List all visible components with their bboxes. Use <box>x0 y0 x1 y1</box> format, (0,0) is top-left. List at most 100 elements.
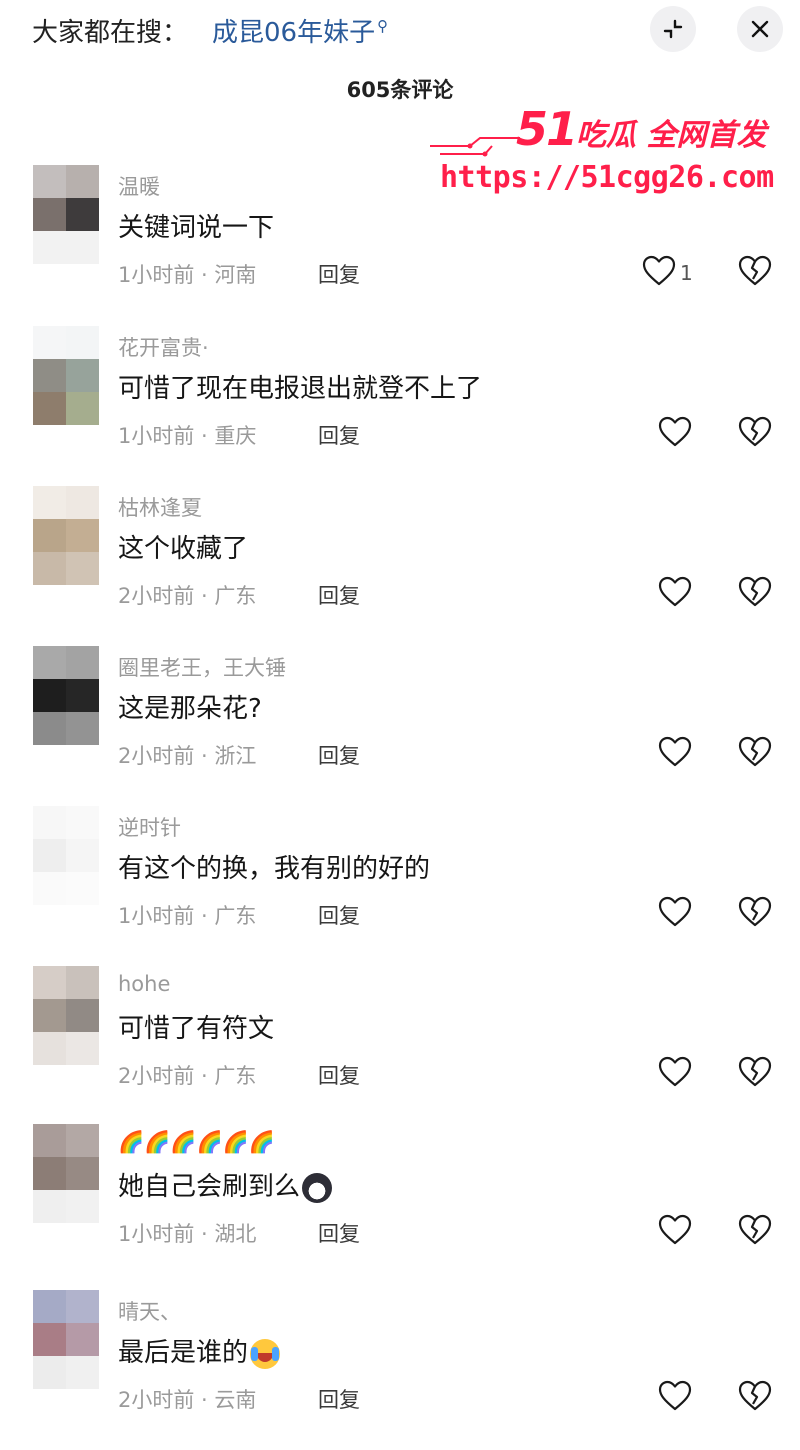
reply-button[interactable]: 回复 <box>318 740 360 770</box>
comment-item: hohe 可惜了有符文 2小时前 · 广东 回复 <box>0 966 800 1126</box>
comment-username[interactable]: hohe <box>118 972 170 996</box>
meta-separator: · <box>194 424 215 448</box>
like-count: 1 <box>680 261 693 285</box>
heart-icon <box>658 1214 692 1250</box>
comment-meta: 2小时前 · 浙江 <box>118 740 256 770</box>
broken-heart-icon <box>738 416 772 452</box>
heart-icon <box>658 736 692 772</box>
avatar[interactable] <box>33 165 99 264</box>
like-button[interactable] <box>658 576 692 612</box>
comment-text: 关键词说一下 <box>118 213 275 243</box>
dislike-button[interactable] <box>738 255 772 291</box>
watermark-brand: 51吃瓜 全网首发 <box>516 102 767 156</box>
comment-time: 2小时前 <box>118 584 195 608</box>
comment-text: 最后是谁的 <box>118 1332 281 1369</box>
comment-username[interactable]: 晴天、 <box>118 1296 181 1326</box>
collapse-button[interactable] <box>650 6 696 52</box>
broken-heart-icon <box>738 896 772 932</box>
meta-separator: · <box>194 904 215 928</box>
comment-meta: 1小时前 · 湖北 <box>118 1218 256 1248</box>
comment-time: 1小时前 <box>118 424 195 448</box>
comment-item: 圈里老王，王大锤 这是那朵花? 2小时前 · 浙江 回复 <box>0 646 800 806</box>
comment-location: 广东 <box>214 584 257 608</box>
comment-time: 2小时前 <box>118 744 195 768</box>
comment-location: 重庆 <box>214 424 257 448</box>
like-button[interactable] <box>658 1380 692 1416</box>
dislike-button[interactable] <box>738 576 772 612</box>
avatar[interactable] <box>33 966 99 1065</box>
reply-button[interactable]: 回复 <box>318 420 360 450</box>
dislike-button[interactable] <box>738 416 772 452</box>
like-button[interactable] <box>658 1056 692 1092</box>
meta-separator: · <box>194 584 215 608</box>
reply-button[interactable]: 回复 <box>318 1060 360 1090</box>
reply-button[interactable]: 回复 <box>318 1218 360 1248</box>
reply-button[interactable]: 回复 <box>318 259 360 289</box>
comment-item: 晴天、 最后是谁的 2小时前 · 云南 回复 <box>0 1290 800 1450</box>
like-button[interactable]: 1 <box>642 255 693 291</box>
comment-text: 可惜了现在电报退出就登不上了 <box>118 374 483 404</box>
reply-button[interactable]: 回复 <box>318 580 360 610</box>
dislike-button[interactable] <box>738 1380 772 1416</box>
comment-time: 2小时前 <box>118 1064 195 1088</box>
comment-meta: 1小时前 · 广东 <box>118 900 256 930</box>
close-button[interactable] <box>737 6 783 52</box>
comment-location: 河南 <box>214 263 257 287</box>
avatar[interactable] <box>33 806 99 905</box>
broken-heart-icon <box>738 576 772 612</box>
heart-icon <box>658 576 692 612</box>
trending-search-link[interactable]: 成昆06年妹子 ⚲ <box>212 12 388 49</box>
comment-username[interactable]: 🌈🌈🌈🌈🌈🌈 <box>118 1130 275 1155</box>
like-button[interactable] <box>658 896 692 932</box>
comment-username[interactable]: 逆时针 <box>118 812 181 842</box>
like-button[interactable] <box>658 1214 692 1250</box>
comment-username[interactable]: 温暖 <box>118 171 160 201</box>
dislike-button[interactable] <box>738 1056 772 1092</box>
reply-button[interactable]: 回复 <box>318 1384 360 1414</box>
comment-time: 1小时前 <box>118 1222 195 1246</box>
trending-search-label: 大家都在搜： <box>32 18 189 48</box>
broken-heart-icon <box>738 1380 772 1416</box>
comment-item: 枯林逢夏这个收藏了 2小时前 · 广东 回复 <box>0 486 800 646</box>
comment-location: 湖北 <box>214 1222 257 1246</box>
comment-username[interactable]: 圈里老王，王大锤 <box>118 652 286 682</box>
comment-location: 广东 <box>214 1064 257 1088</box>
avatar[interactable] <box>33 646 99 745</box>
meta-separator: · <box>194 263 215 287</box>
trending-search-term: 成昆06年妹子 <box>212 18 376 48</box>
heart-icon <box>658 1056 692 1092</box>
broken-heart-icon <box>738 255 772 291</box>
like-button[interactable] <box>658 416 692 452</box>
comment-username[interactable]: 枯林逢夏 <box>118 492 202 522</box>
comment-time: 1小时前 <box>118 263 195 287</box>
comment-username[interactable]: 花开富贵· <box>118 332 209 362</box>
close-icon <box>751 20 769 38</box>
broken-heart-icon <box>738 736 772 772</box>
meta-separator: · <box>194 1388 215 1412</box>
dislike-button[interactable] <box>738 896 772 932</box>
heart-icon <box>658 1380 692 1416</box>
comment-meta: 2小时前 · 广东 <box>118 1060 256 1090</box>
comment-location: 广东 <box>214 904 257 928</box>
husky-emoji-icon <box>302 1172 333 1203</box>
avatar[interactable] <box>33 1290 99 1389</box>
dislike-button[interactable] <box>738 736 772 772</box>
avatar[interactable] <box>33 486 99 585</box>
comment-location: 云南 <box>214 1388 257 1412</box>
meta-separator: · <box>194 1222 215 1246</box>
meta-separator: · <box>194 1064 215 1088</box>
comment-text: 这个收藏了 <box>118 534 249 564</box>
avatar[interactable] <box>33 326 99 425</box>
dislike-button[interactable] <box>738 1214 772 1250</box>
broken-heart-icon <box>738 1214 772 1250</box>
comment-text: 她自己会刷到么 <box>118 1166 333 1203</box>
like-button[interactable] <box>658 736 692 772</box>
top-bar: 大家都在搜： 成昆06年妹子 ⚲ <box>0 0 800 62</box>
heart-icon <box>642 255 676 291</box>
comment-text: 有这个的换，我有别的好的 <box>118 854 431 884</box>
comment-meta: 2小时前 · 广东 <box>118 580 256 610</box>
avatar[interactable] <box>33 1124 99 1223</box>
meta-separator: · <box>194 744 215 768</box>
collapse-icon <box>663 19 683 39</box>
reply-button[interactable]: 回复 <box>318 900 360 930</box>
